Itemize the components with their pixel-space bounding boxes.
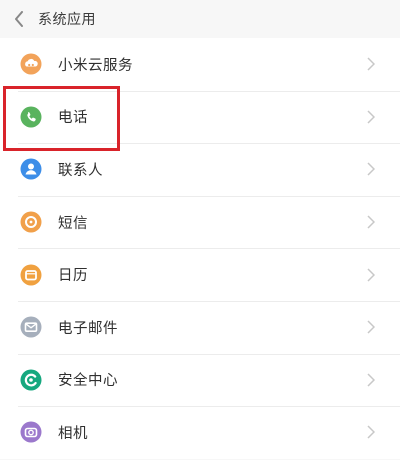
list-item-calendar[interactable]: 日历 — [0, 248, 400, 301]
chevron-right-icon — [366, 213, 376, 231]
list-item-camera[interactable]: 相机 — [0, 406, 400, 459]
chevron-right-icon — [366, 423, 376, 441]
camera-icon — [20, 421, 42, 443]
list-item-label: 电子邮件 — [58, 320, 118, 337]
list-item-contacts[interactable]: 联系人 — [0, 143, 400, 196]
list-item-mi-cloud[interactable]: 小米云服务 — [0, 38, 400, 91]
message-icon — [20, 211, 42, 233]
chevron-right-icon — [366, 160, 376, 178]
settings-list: 小米云服务 电话 联系人 短信 日历 电子邮件 安全中心 相机 — [0, 38, 400, 459]
back-button[interactable] — [8, 8, 30, 30]
phone-icon — [20, 106, 42, 128]
list-item-security[interactable]: 安全中心 — [0, 353, 400, 407]
list-item-label: 小米云服务 — [58, 57, 133, 74]
list-item-label: 日历 — [58, 268, 88, 285]
chevron-right-icon — [366, 55, 376, 73]
list-item-phone[interactable]: 电话 — [0, 90, 400, 144]
chevron-right-icon — [366, 318, 376, 336]
shield-icon — [20, 369, 42, 391]
list-item-label: 联系人 — [58, 162, 103, 179]
list-item-label: 短信 — [58, 215, 88, 232]
list-item-sms[interactable]: 短信 — [0, 195, 400, 249]
chevron-left-icon — [15, 11, 23, 27]
list-item-label: 电话 — [58, 110, 88, 127]
chevron-right-icon — [366, 266, 376, 284]
list-item-email[interactable]: 电子邮件 — [0, 300, 400, 354]
chevron-right-icon — [366, 371, 376, 389]
header: 系统应用 — [0, 0, 400, 38]
list-item-label: 相机 — [58, 425, 88, 442]
mail-icon — [20, 316, 42, 338]
chevron-right-icon — [366, 108, 376, 126]
calendar-icon — [20, 264, 42, 286]
page-title: 系统应用 — [38, 12, 96, 28]
contacts-icon — [20, 158, 42, 180]
list-item-label: 安全中心 — [58, 373, 118, 390]
cloud-icon — [20, 53, 42, 75]
